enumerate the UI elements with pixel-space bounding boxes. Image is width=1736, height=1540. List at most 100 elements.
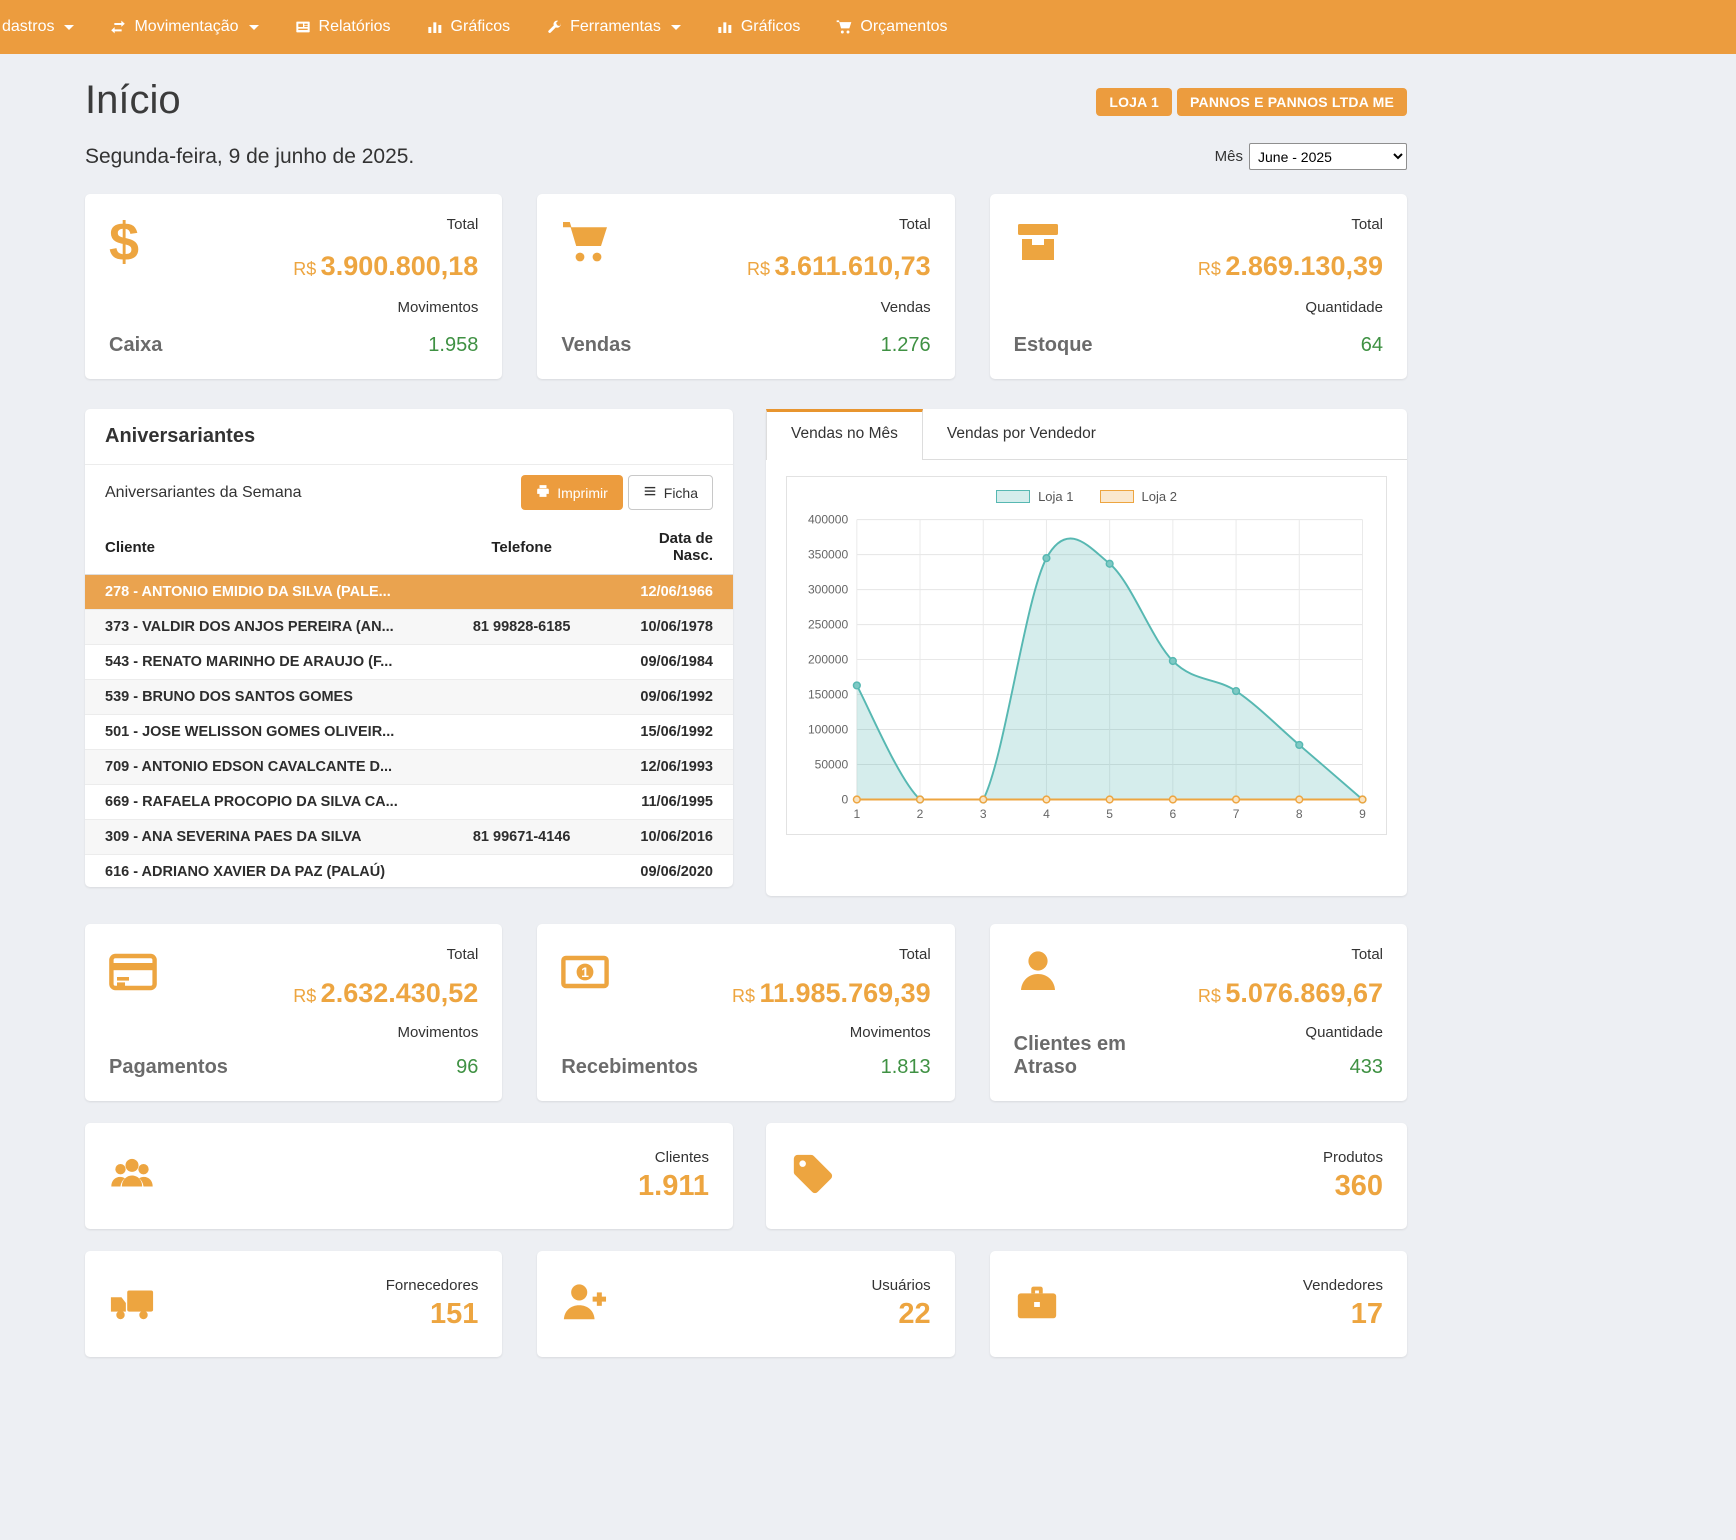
- table-row[interactable]: 501 - JOSE WELISSON GOMES OLIVEIR...15/0…: [85, 715, 733, 750]
- store-badge[interactable]: LOJA 1: [1096, 88, 1172, 116]
- tag-icon: [790, 1151, 836, 1202]
- legend-item-loja1[interactable]: Loja 1: [996, 489, 1073, 504]
- svg-text:350000: 350000: [808, 547, 848, 561]
- total-value: R$ 11.985.769,39: [732, 978, 931, 1009]
- company-badge[interactable]: PANNOS E PANNOS LTDA ME: [1177, 88, 1407, 116]
- table-row[interactable]: 309 - ANA SEVERINA PAES DA SILVA81 99671…: [85, 820, 733, 855]
- count-value: 1.276: [747, 334, 931, 357]
- store-badges: LOJA 1 PANNOS E PANNOS LTDA ME: [1096, 88, 1407, 116]
- table-row[interactable]: 543 - RENATO MARINHO DE ARAUJO (F...09/0…: [85, 645, 733, 680]
- nav-item-label: Relatórios: [319, 18, 391, 36]
- bar-chart-icon: [717, 19, 733, 35]
- page-title: Início: [85, 78, 181, 123]
- svg-text:4: 4: [1043, 807, 1050, 821]
- table-row[interactable]: 669 - RAFAELA PROCOPIO DA SILVA CA...11/…: [85, 785, 733, 820]
- svg-text:50000: 50000: [815, 757, 849, 771]
- count-label: Movimentos: [293, 299, 478, 316]
- summary-label: Fornecedores: [386, 1277, 479, 1294]
- total-value: R$ 3.611.610,73: [747, 251, 931, 282]
- chart-legend: Loja 1 Loja 2: [797, 489, 1376, 504]
- stat-card-estoque: Estoque Total R$ 2.869.130,39 Quantidade…: [990, 194, 1407, 379]
- stat-card-pagamentos: Pagamentos Total R$ 2.632.430,52 Movimen…: [85, 924, 502, 1101]
- svg-text:8: 8: [1296, 807, 1303, 821]
- summary-value: 360: [1323, 1170, 1383, 1203]
- column-header-cliente: Cliente: [85, 520, 454, 575]
- count-value: 96: [293, 1056, 478, 1079]
- nav-item-relatorios[interactable]: Relatórios: [295, 18, 391, 36]
- dollar-icon: $: [109, 216, 161, 268]
- birthdays-title: Aniversariantes: [85, 409, 733, 465]
- user-plus-icon: [561, 1279, 607, 1330]
- wrench-icon: [546, 19, 562, 35]
- table-row[interactable]: 709 - ANTONIO EDSON CAVALCANTE D...12/06…: [85, 750, 733, 785]
- briefcase-icon: [1014, 1279, 1060, 1330]
- main-content: Início LOJA 1 PANNOS E PANNOS LTDA ME Se…: [85, 54, 1407, 1357]
- tab-vendas-por-vendedor[interactable]: Vendas por Vendedor: [923, 409, 1120, 459]
- count-label: Movimentos: [293, 1024, 478, 1041]
- table-row[interactable]: 278 - ANTONIO EMIDIO DA SILVA (PALE...12…: [85, 575, 733, 610]
- nav-item-label: Gráficos: [451, 18, 511, 36]
- svg-text:5: 5: [1106, 807, 1113, 821]
- nav-item-movimentacao[interactable]: Movimentação: [110, 18, 258, 36]
- svg-text:250000: 250000: [808, 617, 848, 631]
- total-value: R$ 5.076.869,67: [1198, 978, 1383, 1009]
- ficha-button[interactable]: Ficha: [628, 475, 713, 510]
- count-value: 1.958: [293, 334, 478, 357]
- nav-item-ferramentas[interactable]: Ferramentas: [546, 18, 681, 36]
- svg-text:1: 1: [581, 964, 589, 980]
- nav-item-label: Ferramentas: [570, 18, 661, 36]
- nav-item-cadastros[interactable]: dastros: [2, 18, 74, 36]
- total-label: Total: [747, 216, 931, 233]
- table-row[interactable]: 616 - ADRIANO XAVIER DA PAZ (PALAÚ)09/06…: [85, 855, 733, 888]
- total-label: Total: [293, 946, 478, 963]
- svg-text:2: 2: [917, 807, 924, 821]
- summary-card-clientes: Clientes 1.911: [85, 1123, 733, 1229]
- summary-card-vendedores: Vendedores 17: [990, 1251, 1407, 1357]
- report-icon: [295, 19, 311, 35]
- stat-card-recebimentos: 1 Recebimentos Total R$ 11.985.769,39 Mo…: [537, 924, 954, 1101]
- summary-card-usuarios: Usuários 22: [537, 1251, 954, 1357]
- table-row[interactable]: 539 - BRUNO DOS SANTOS GOMES09/06/1992: [85, 680, 733, 715]
- count-label: Quantidade: [1198, 299, 1383, 316]
- svg-text:6: 6: [1170, 807, 1177, 821]
- svg-text:0: 0: [841, 792, 848, 806]
- caret-down-icon: [249, 25, 259, 30]
- birthdays-table: Cliente Telefone Data de Nasc. 278 - ANT…: [85, 520, 733, 887]
- count-value: 1.813: [732, 1056, 931, 1079]
- total-value: R$ 2.632.430,52: [293, 978, 478, 1009]
- banknote-icon: 1: [561, 946, 613, 998]
- cart-icon: [561, 216, 613, 268]
- print-button[interactable]: Imprimir: [521, 475, 623, 510]
- nav-item-label: dastros: [2, 18, 54, 36]
- sales-chart: 0500001000001500002000002500003000003500…: [797, 510, 1376, 828]
- stat-card-title: Recebimentos: [561, 1056, 691, 1079]
- summary-value: 17: [1303, 1298, 1383, 1331]
- printer-icon: [536, 484, 550, 501]
- stat-card-title: Clientes em Atraso: [1014, 1033, 1144, 1079]
- nav-item-orcamentos[interactable]: Orçamentos: [836, 18, 947, 36]
- count-label: Quantidade: [1198, 1024, 1383, 1041]
- count-label: Vendas: [747, 299, 931, 316]
- table-row[interactable]: 373 - VALDIR DOS ANJOS PEREIRA (AN...81 …: [85, 610, 733, 645]
- month-label: Mês: [1215, 148, 1243, 165]
- summary-card-produtos: Produtos 360: [766, 1123, 1407, 1229]
- nav-item-label: Movimentação: [134, 18, 238, 36]
- stat-card-caixa: $ Caixa Total R$ 3.900.800,18 Movimentos…: [85, 194, 502, 379]
- svg-text:300000: 300000: [808, 582, 848, 596]
- svg-text:100000: 100000: [808, 722, 848, 736]
- svg-text:7: 7: [1233, 807, 1240, 821]
- summary-label: Produtos: [1323, 1149, 1383, 1166]
- month-select[interactable]: June - 2025: [1249, 143, 1407, 170]
- legend-item-loja2[interactable]: Loja 2: [1100, 489, 1177, 504]
- tab-vendas-no-mes[interactable]: Vendas no Mês: [766, 409, 923, 460]
- summary-card-fornecedores: Fornecedores 151: [85, 1251, 502, 1357]
- cart-icon: [836, 19, 852, 35]
- birthdays-card: Aniversariantes Aniversariantes da Seman…: [85, 409, 733, 887]
- nav-item-graficos-1[interactable]: Gráficos: [427, 18, 511, 36]
- nav-item-label: Gráficos: [741, 18, 801, 36]
- count-label: Movimentos: [732, 1024, 931, 1041]
- nav-item-graficos-2[interactable]: Gráficos: [717, 18, 801, 36]
- nav-item-label: Orçamentos: [860, 18, 947, 36]
- summary-value: 151: [386, 1298, 479, 1331]
- total-label: Total: [293, 216, 478, 233]
